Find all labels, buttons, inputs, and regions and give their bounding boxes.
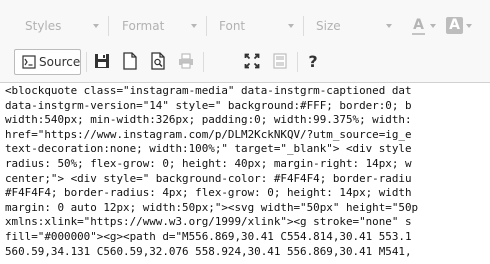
toolbar-separator bbox=[86, 52, 87, 72]
code-line: center;"> <div style=" background-color:… bbox=[5, 171, 412, 185]
code-line: xmlns:xlink="https://www.w3.org/1999/xli… bbox=[5, 215, 412, 229]
chevron-down-icon bbox=[466, 24, 472, 28]
code-line: radius: 50%; flex-grow: 0; height: 40px;… bbox=[5, 156, 412, 170]
source-code-text: <blockquote class="instagram-media" data… bbox=[0, 83, 490, 259]
show-blocks-icon bbox=[273, 53, 287, 69]
size-dropdown[interactable]: Size bbox=[303, 15, 400, 37]
styles-dropdown[interactable]: Styles bbox=[12, 15, 107, 37]
chevron-down-icon bbox=[93, 24, 99, 28]
format-dropdown[interactable]: Format bbox=[109, 15, 205, 37]
source-button-label: Source bbox=[39, 55, 81, 69]
maximize-button[interactable] bbox=[244, 52, 262, 72]
size-dropdown-label: Size bbox=[316, 19, 341, 33]
rich-text-editor: Styles Format Font Size A A Source ? <bl… bbox=[0, 0, 490, 264]
editor-toolbar: Styles Format Font Size A A Source ? bbox=[0, 0, 490, 83]
code-line: #F4F4F4; border-radius: 4px; flex-grow: … bbox=[5, 186, 412, 200]
chevron-down-icon bbox=[386, 24, 392, 28]
code-line: href="https://www.instagram.com/p/DLM2Kc… bbox=[5, 127, 412, 141]
print-button[interactable] bbox=[178, 52, 196, 72]
toolbar-separator bbox=[203, 52, 204, 72]
chevron-down-icon bbox=[191, 24, 197, 28]
chevron-down-icon bbox=[288, 24, 294, 28]
save-button[interactable] bbox=[94, 52, 112, 72]
format-dropdown-label: Format bbox=[122, 19, 165, 33]
source-button[interactable]: Source bbox=[14, 49, 81, 75]
font-dropdown[interactable]: Font bbox=[206, 15, 302, 37]
print-icon bbox=[179, 53, 193, 69]
styles-dropdown-label: Styles bbox=[25, 19, 62, 33]
code-line: <blockquote class="instagram-media" data… bbox=[5, 84, 412, 97]
text-color-swatch bbox=[412, 33, 425, 35]
toolbar-separator bbox=[297, 52, 298, 72]
code-line: text-decoration:none; width:100%;" targe… bbox=[5, 142, 412, 156]
code-line: data-instgrm-version="14" style=" backgr… bbox=[5, 98, 412, 112]
text-color-button[interactable]: A bbox=[410, 15, 438, 37]
show-blocks-button[interactable] bbox=[272, 52, 290, 72]
code-line: margin: 0 auto 12px; width:50px;"><svg w… bbox=[5, 200, 419, 214]
source-icon bbox=[22, 55, 36, 69]
source-code-area[interactable]: <blockquote class="instagram-media" data… bbox=[0, 83, 490, 264]
code-line: fill="#000000"><g><path d="M556.869,30.4… bbox=[5, 229, 412, 243]
help-button[interactable]: ? bbox=[304, 52, 322, 72]
code-line: width:540px; min-width:326px; padding:0;… bbox=[5, 113, 412, 127]
text-color-icon: A bbox=[413, 17, 424, 33]
new-page-button[interactable] bbox=[122, 52, 140, 72]
new-page-icon bbox=[123, 52, 137, 70]
chevron-down-icon bbox=[430, 24, 436, 28]
background-color-icon: A bbox=[446, 17, 463, 34]
maximize-icon bbox=[244, 53, 260, 69]
help-icon: ? bbox=[308, 52, 318, 71]
toolbar-row-document: Source ? bbox=[0, 46, 490, 78]
code-line: 560.59,34.131 C560.59,32.076 558.924,30.… bbox=[5, 244, 412, 258]
preview-button[interactable] bbox=[150, 52, 168, 72]
toolbar-row-formatting: Styles Format Font Size A A bbox=[0, 10, 490, 40]
font-dropdown-label: Font bbox=[219, 19, 246, 33]
preview-icon bbox=[151, 52, 165, 70]
save-icon bbox=[95, 54, 109, 68]
background-color-button[interactable]: A bbox=[446, 15, 474, 37]
